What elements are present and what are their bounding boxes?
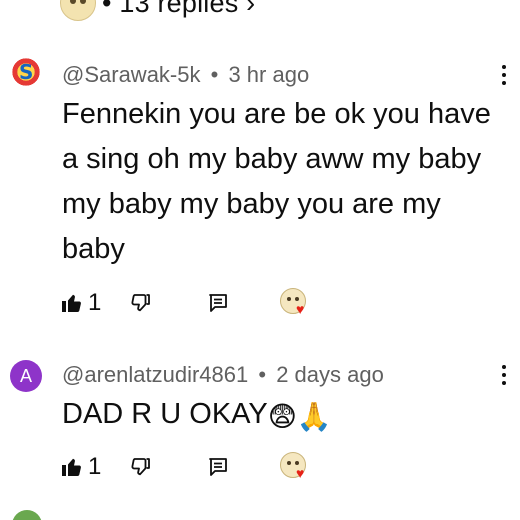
thumbs-up-icon <box>62 458 81 476</box>
thumbs-down-icon <box>131 294 150 312</box>
creator-heart-icon: ♥ <box>280 452 310 482</box>
view-replies-button[interactable]: • 13 replies › <box>60 0 255 21</box>
like-button[interactable]: 1 <box>60 453 126 481</box>
comment-text: DAD R U OKAY😨🙏 <box>62 392 502 439</box>
like-count: 1 <box>88 453 102 480</box>
reply-button[interactable] <box>198 291 280 315</box>
comment-header: @arenlatzudir4861 • 2 days ago <box>62 362 384 388</box>
comment-header: @Sarawak-5k • 3 hr ago <box>62 62 309 88</box>
author-handle[interactable]: @arenlatzudir4861 <box>62 362 248 387</box>
like-button[interactable]: 1 <box>60 289 126 317</box>
meta-separator: • <box>210 62 219 87</box>
comment-emoji: 😨🙏 <box>267 400 332 433</box>
author-handle[interactable]: @Sarawak-5k <box>62 62 201 87</box>
more-vert-icon[interactable] <box>494 60 514 90</box>
meta-separator: • <box>258 362 267 387</box>
reply-button[interactable] <box>198 455 280 479</box>
replies-count-label: • 13 replies › <box>102 0 255 19</box>
comment-actions: 1 ♥ <box>60 450 310 484</box>
reply-icon <box>209 294 227 312</box>
reply-icon <box>209 458 227 476</box>
thumbs-up-icon <box>62 294 81 312</box>
comment-timestamp[interactable]: 2 days ago <box>276 362 384 387</box>
comment-text: Fennekin you are be ok you have a sing o… <box>62 98 491 265</box>
dislike-button[interactable] <box>126 291 198 315</box>
dislike-button[interactable] <box>126 455 198 479</box>
reply-author-avatar <box>60 0 96 21</box>
like-count: 1 <box>88 289 102 316</box>
author-avatar[interactable]: A <box>10 360 42 392</box>
thumbs-down-icon <box>131 458 150 476</box>
more-vert-icon[interactable] <box>494 360 514 390</box>
comment-actions: 1 ♥ <box>60 286 310 320</box>
comments-panel: • 13 replies › S @Sarawak-5k • 3 hr ago … <box>0 0 520 520</box>
comment-text-content: DAD R U OKAY <box>62 398 268 430</box>
creator-heart-icon: ♥ <box>280 288 310 318</box>
chevron-right-icon: › <box>246 0 256 18</box>
next-comment-avatar[interactable] <box>12 510 42 520</box>
comment-timestamp[interactable]: 3 hr ago <box>228 62 309 87</box>
avatar-letter: S <box>19 60 34 84</box>
author-avatar[interactable]: S <box>10 56 42 88</box>
